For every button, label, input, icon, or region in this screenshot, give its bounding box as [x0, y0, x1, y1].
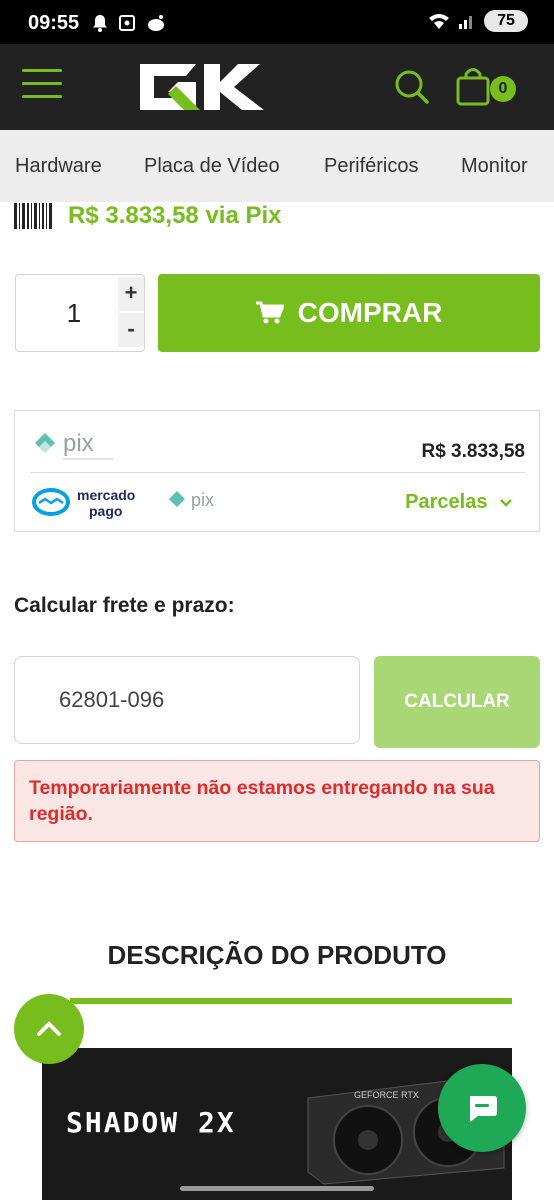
- pix-price: R$ 3.833,58 via Pix: [68, 202, 282, 229]
- chat-icon: [470, 1096, 497, 1122]
- barcode-icon: [14, 203, 52, 229]
- svg-text:pix: pix: [63, 430, 94, 457]
- svg-text:pix: pix: [191, 490, 214, 510]
- pix-price-line: R$ 3.833,58 via Pix: [14, 200, 282, 232]
- menu-button[interactable]: [22, 69, 62, 105]
- screenshot-icon: [119, 15, 135, 31]
- quantity-input[interactable]: 1: [16, 275, 132, 351]
- payment-options: pix R$ 3.833,58 mercado pago pix Parcela…: [14, 410, 540, 532]
- quantity-increase-button[interactable]: +: [118, 277, 144, 311]
- battery-indicator: 75: [484, 10, 528, 32]
- category-hardware[interactable]: Hardware: [15, 155, 102, 178]
- payment-row-pix: pix R$ 3.833,58: [31, 425, 525, 473]
- calculate-shipping-button[interactable]: CALCULAR: [374, 656, 540, 748]
- pix-logo: pix: [35, 430, 113, 460]
- buy-button-label: COMPRAR: [297, 297, 443, 328]
- payment-pix-price: R$ 3.833,58: [421, 441, 525, 462]
- logo[interactable]: [138, 62, 270, 112]
- installments-dropdown[interactable]: Parcelas: [405, 491, 513, 514]
- cep-input[interactable]: [14, 656, 360, 744]
- status-bar: 09:55 75: [0, 0, 554, 44]
- signal-icon: [459, 16, 472, 29]
- description-title: DESCRIÇÃO DO PRODUTO: [107, 940, 447, 970]
- chevron-down-icon: [500, 499, 512, 507]
- category-nav: Hardware Placa de Vídeo Periféricos Moni…: [0, 130, 554, 202]
- quantity-stepper: 1 + -: [15, 274, 145, 352]
- shipping-error-message: Temporariamente não estamos entregando n…: [14, 760, 540, 842]
- category-perifericos[interactable]: Periféricos: [324, 155, 418, 178]
- category-placa-de-video[interactable]: Placa de Vídeo: [144, 155, 280, 178]
- category-monitor[interactable]: Monitor: [461, 155, 528, 178]
- status-notification-icons: [92, 14, 166, 32]
- home-indicator: [180, 1186, 374, 1191]
- shipping-label: Calcular frete e prazo:: [14, 594, 235, 617]
- description-underline: [70, 998, 512, 1004]
- scroll-to-top-button[interactable]: [14, 994, 84, 1064]
- svg-text:mercado: mercado: [77, 487, 135, 503]
- cart-button[interactable]: 0: [456, 66, 520, 108]
- cart-count-badge: 0: [490, 76, 516, 102]
- status-system-icons: 75: [428, 10, 528, 32]
- cart-icon: [456, 68, 490, 106]
- wifi-icon: [429, 14, 449, 29]
- banner-text: SHADOW 2X: [66, 1106, 236, 1139]
- svg-text:pago: pago: [89, 503, 122, 519]
- bell-icon: [93, 15, 107, 32]
- chat-button[interactable]: [438, 1064, 526, 1152]
- search-icon[interactable]: [394, 69, 430, 105]
- mercado-pago-logo: mercado pago: [32, 487, 135, 519]
- installments-label: Parcelas: [405, 491, 488, 513]
- menu-icon: [22, 69, 62, 72]
- payment-row-installments: mercado pago pix Parcelas: [31, 481, 525, 521]
- chevron-up-icon: [37, 1021, 61, 1036]
- site-header: 0: [0, 44, 554, 130]
- pix-logo-small: pix: [169, 490, 214, 510]
- svg-text:GEFORCE RTX: GEFORCE RTX: [354, 1090, 419, 1100]
- shopping-cart-icon: [255, 301, 284, 324]
- quantity-decrease-button[interactable]: -: [118, 313, 144, 347]
- buy-button[interactable]: COMPRAR: [158, 274, 540, 352]
- status-time: 09:55: [28, 12, 80, 34]
- reddit-icon: [148, 15, 164, 31]
